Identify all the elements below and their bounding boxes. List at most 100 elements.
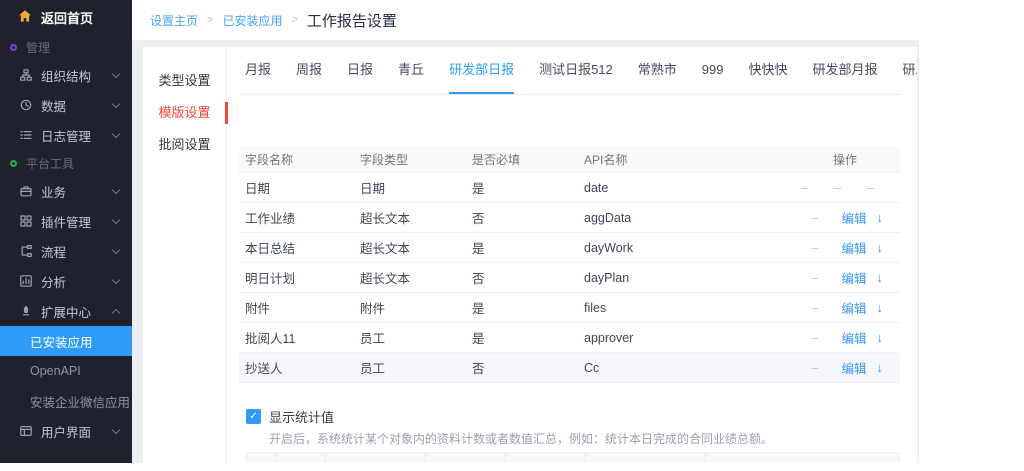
table-row-files: 附件附件是files–编辑↓: [239, 293, 900, 323]
section-label: 平台工具: [26, 155, 74, 172]
field-type-cell: 超长文本: [360, 268, 472, 287]
sidebar-item-插件管理[interactable]: 插件管理: [0, 206, 132, 236]
field-type-cell: 附件: [360, 298, 472, 317]
api-name-cell: files: [584, 301, 790, 315]
ops-placeholder-dash: –: [812, 331, 819, 345]
settings-menu-item-批阅设置[interactable]: 批阅设置: [143, 129, 226, 161]
edit-button[interactable]: 编辑: [841, 268, 866, 287]
arrow-down-icon[interactable]: ↓: [877, 330, 884, 345]
stat-section: ✓ 显示统计值 开启后，系统统计某个对象内的资料计数或者数值汇总，例如：统计本日…: [239, 408, 900, 447]
sidebar-item-分析[interactable]: 分析: [0, 266, 132, 296]
ops-cell: –––: [790, 181, 900, 195]
tab-周报[interactable]: 周报: [296, 47, 322, 94]
sidebar-item-组织结构[interactable]: 组织结构: [0, 60, 132, 90]
column-header-是否必填: 是否必填: [472, 151, 584, 168]
tab-日报[interactable]: 日报: [347, 47, 373, 94]
column-header-操作: 操作: [790, 151, 900, 168]
arrow-down-icon[interactable]: ↓: [877, 210, 884, 225]
api-name-cell: approver: [584, 331, 790, 345]
api-name-cell: dayPlan: [584, 271, 790, 285]
table-row-Cc: 抄送人员工否Cc–编辑↓: [239, 353, 900, 383]
sidebar-item-label: 分析: [41, 272, 105, 291]
breadcrumb-link[interactable]: 已安装应用: [222, 12, 282, 29]
field-type-cell: 超长文本: [360, 238, 472, 257]
sidebar-item-用户界面[interactable]: 用户界面: [0, 416, 132, 446]
chevron-down-icon: [112, 185, 120, 193]
tab-测试日报512[interactable]: 测试日报512: [539, 47, 613, 94]
edit-button[interactable]: 编辑: [841, 238, 866, 257]
tab-月报[interactable]: 月报: [245, 47, 271, 94]
settings-card: 类型设置模版设置批阅设置 月报周报日报青丘研发部日报测试日报512 常熟市 999 快…: [143, 47, 917, 463]
tab-青丘[interactable]: 青丘: [398, 47, 424, 94]
tab-研发部周报[interactable]: 研发部周报: [903, 47, 917, 94]
arrow-down-icon[interactable]: ↓: [877, 360, 884, 375]
table-body: 日期日期是date–––工作业绩超长文本否aggData–编辑↓本日总结超长文本…: [239, 173, 900, 383]
required-cell: 是: [472, 238, 584, 257]
field-type-cell: 日期: [360, 178, 472, 197]
sidebar-item-业务[interactable]: 业务: [0, 176, 132, 206]
breadcrumb-link[interactable]: 设置主页: [150, 12, 198, 29]
edit-button[interactable]: 编辑: [841, 358, 866, 377]
chevron-down-icon: [112, 275, 120, 283]
api-name-cell: Cc: [584, 361, 790, 375]
back-home-button[interactable]: 返回首页: [0, 0, 132, 34]
field-name-cell: 批阅人11: [245, 328, 360, 347]
ui-icon: [20, 425, 33, 438]
chevron-down-icon: [112, 129, 120, 137]
ring-icon: [10, 160, 17, 167]
sidebar-item-label: 日志管理: [41, 126, 105, 145]
sidebar-item-label: 扩展中心: [41, 302, 105, 321]
arrow-down-icon[interactable]: ↓: [877, 240, 884, 255]
right-gutter: [918, 40, 1024, 463]
table-row-date: 日期日期是date–––: [239, 173, 900, 203]
sidebar-subitem-OpenAPI[interactable]: OpenAPI: [0, 356, 132, 386]
sidebar-item-label: 数据: [41, 96, 105, 115]
arrow-down-icon[interactable]: ↓: [877, 270, 884, 285]
edit-button[interactable]: 编辑: [841, 208, 866, 227]
settings-menu-item-类型设置[interactable]: 类型设置: [143, 65, 226, 97]
column-header-字段名称: 字段名称: [245, 151, 360, 168]
section-label: 管理: [26, 39, 50, 56]
data-icon: [20, 99, 33, 112]
sidebar-item-日志管理[interactable]: 日志管理: [0, 120, 132, 150]
required-cell: 是: [472, 178, 584, 197]
tab-常熟市[interactable]: 常熟市: [638, 47, 677, 94]
sidebar-item-数据[interactable]: 数据: [0, 90, 132, 120]
chevron-down-icon: [112, 245, 120, 253]
app-window: 返回首页 管理组织结构数据日志管理平台工具业务插件管理流程分析扩展中心已安装应用…: [0, 0, 1024, 463]
sidebar: 返回首页 管理组织结构数据日志管理平台工具业务插件管理流程分析扩展中心已安装应用…: [0, 0, 132, 463]
tab-研发部日报[interactable]: 研发部日报: [449, 47, 514, 94]
field-type-cell: 员工: [360, 328, 472, 347]
sidebar-item-流程[interactable]: 流程: [0, 236, 132, 266]
plugin-icon: [20, 215, 33, 228]
content-area: 类型设置模版设置批阅设置 月报周报日报青丘研发部日报测试日报512 常熟市 999 快…: [132, 40, 918, 463]
page-body: 类型设置模版设置批阅设置 月报周报日报青丘研发部日报测试日报512 常熟市 999 快…: [132, 40, 1024, 463]
breadcrumb-current: 工作报告设置: [307, 10, 397, 31]
ops-cell: –编辑↓: [790, 238, 900, 257]
required-cell: 是: [472, 298, 584, 317]
sidebar-item-label: 组织结构: [41, 66, 105, 85]
tab-研发部月报[interactable]: 研发部月报: [813, 47, 878, 94]
api-name-cell: dayWork: [584, 241, 790, 255]
ops-cell: –编辑↓: [790, 298, 900, 317]
table-header-row: 字段名称字段类型是否必填API名称操作: [239, 147, 900, 173]
tab-快快快[interactable]: 快快快: [749, 47, 788, 94]
report-type-tabs: 月报周报日报青丘研发部日报测试日报512常熟市999快快快研发部月报研发部周报: [239, 47, 900, 95]
chevron-up-icon: [112, 308, 120, 316]
sidebar-menu: 管理组织结构数据日志管理平台工具业务插件管理流程分析扩展中心已安装应用OpenA…: [0, 34, 132, 446]
edit-button[interactable]: 编辑: [841, 328, 866, 347]
edit-button[interactable]: 编辑: [841, 298, 866, 317]
ops-placeholder-dash: –: [812, 361, 819, 375]
sidebar-subitem-安装企业微信应用[interactable]: 安装企业微信应用: [0, 386, 132, 416]
tab-999[interactable]: 999: [702, 47, 724, 94]
table-row-approver: 批阅人11员工是approver–编辑↓: [239, 323, 900, 353]
sidebar-item-扩展中心[interactable]: 扩展中心: [0, 296, 132, 326]
stat-row: ✓ 显示统计值: [246, 408, 900, 425]
settings-menu-item-模版设置[interactable]: 模版设置: [143, 97, 226, 129]
arrow-down-icon[interactable]: ↓: [877, 300, 884, 315]
table-row-dayPlan: 明日计划超长文本否dayPlan–编辑↓: [239, 263, 900, 293]
chevron-down-icon: [112, 69, 120, 77]
ops-placeholder-dash: –: [834, 181, 841, 195]
show-stat-checkbox[interactable]: ✓: [246, 409, 261, 424]
sidebar-subitem-已安装应用[interactable]: 已安装应用: [0, 326, 132, 356]
